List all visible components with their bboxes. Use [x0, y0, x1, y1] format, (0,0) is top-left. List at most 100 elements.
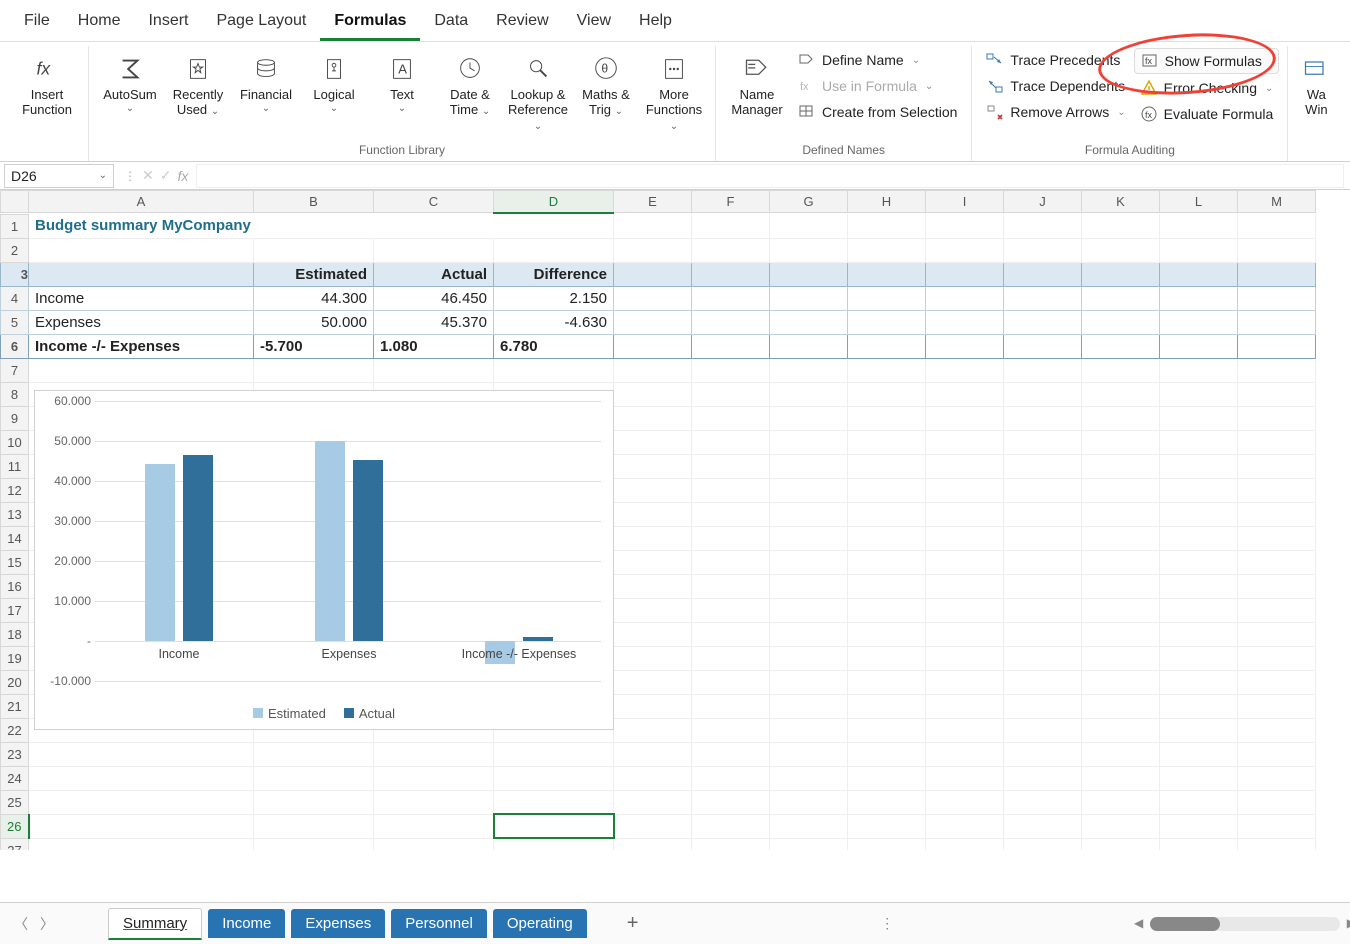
row-header-6[interactable]: 6: [1, 334, 29, 358]
cell-D5[interactable]: -4.630: [494, 310, 614, 334]
cell-E1[interactable]: [614, 214, 692, 238]
cell-M7[interactable]: [1238, 358, 1316, 382]
cell-L9[interactable]: [1160, 406, 1238, 430]
cell-D7[interactable]: [494, 358, 614, 382]
cell-L22[interactable]: [1160, 718, 1238, 742]
cell-G11[interactable]: [770, 454, 848, 478]
cell-I25[interactable]: [926, 790, 1004, 814]
cell-D24[interactable]: [494, 766, 614, 790]
cell-J27[interactable]: [1004, 838, 1082, 850]
cell-F24[interactable]: [692, 766, 770, 790]
cell-E8[interactable]: [614, 382, 692, 406]
cell-H10[interactable]: [848, 430, 926, 454]
cell-M16[interactable]: [1238, 574, 1316, 598]
insert-function-button[interactable]: fx Insert Function: [14, 48, 80, 122]
cell-L25[interactable]: [1160, 790, 1238, 814]
cell-K14[interactable]: [1082, 526, 1160, 550]
cell-A26[interactable]: [29, 814, 254, 838]
cell-I1[interactable]: [926, 214, 1004, 238]
cell-E3[interactable]: [614, 262, 692, 286]
cell-I9[interactable]: [926, 406, 1004, 430]
cell-B25[interactable]: [254, 790, 374, 814]
cell-K27[interactable]: [1082, 838, 1160, 850]
cell-J8[interactable]: [1004, 382, 1082, 406]
cell-C6[interactable]: 1.080: [374, 334, 494, 358]
cell-M21[interactable]: [1238, 694, 1316, 718]
row-header-2[interactable]: 2: [1, 238, 29, 262]
cell-E15[interactable]: [614, 550, 692, 574]
cell-G27[interactable]: [770, 838, 848, 850]
cell-F16[interactable]: [692, 574, 770, 598]
col-header-D[interactable]: D: [494, 191, 614, 213]
cell-F2[interactable]: [692, 238, 770, 262]
cell-L11[interactable]: [1160, 454, 1238, 478]
spreadsheet-grid[interactable]: ABCDEFGHIJKLM 1Budget summary MyCompany2…: [0, 190, 1350, 850]
cell-F13[interactable]: [692, 502, 770, 526]
cell-I26[interactable]: [926, 814, 1004, 838]
cell-H11[interactable]: [848, 454, 926, 478]
cell-L20[interactable]: [1160, 670, 1238, 694]
sheet-nav-prev-icon[interactable]: 〈: [14, 914, 28, 934]
cell-J20[interactable]: [1004, 670, 1082, 694]
row-header-11[interactable]: 11: [1, 454, 29, 478]
cell-H3[interactable]: [848, 262, 926, 286]
cell-G8[interactable]: [770, 382, 848, 406]
cell-J15[interactable]: [1004, 550, 1082, 574]
cell-M18[interactable]: [1238, 622, 1316, 646]
cell-M9[interactable]: [1238, 406, 1316, 430]
menu-tab-view[interactable]: View: [563, 4, 625, 41]
cell-M15[interactable]: [1238, 550, 1316, 574]
cell-E10[interactable]: [614, 430, 692, 454]
cell-I2[interactable]: [926, 238, 1004, 262]
cell-F20[interactable]: [692, 670, 770, 694]
cell-F9[interactable]: [692, 406, 770, 430]
cell-G18[interactable]: [770, 622, 848, 646]
cell-H20[interactable]: [848, 670, 926, 694]
cell-D23[interactable]: [494, 742, 614, 766]
cell-D27[interactable]: [494, 838, 614, 850]
cell-G19[interactable]: [770, 646, 848, 670]
cell-A1[interactable]: Budget summary MyCompany: [29, 214, 614, 238]
col-header-E[interactable]: E: [614, 191, 692, 213]
cell-B26[interactable]: [254, 814, 374, 838]
row-header-20[interactable]: 20: [1, 670, 29, 694]
row-header-25[interactable]: 25: [1, 790, 29, 814]
cell-B27[interactable]: [254, 838, 374, 850]
row-header-17[interactable]: 17: [1, 598, 29, 622]
cell-F6[interactable]: [692, 334, 770, 358]
menu-tab-review[interactable]: Review: [482, 4, 562, 41]
cell-J12[interactable]: [1004, 478, 1082, 502]
cell-F17[interactable]: [692, 598, 770, 622]
cell-I13[interactable]: [926, 502, 1004, 526]
cell-B2[interactable]: [254, 238, 374, 262]
sheet-tab-income[interactable]: Income: [208, 909, 285, 938]
remove-arrows-button[interactable]: Remove Arrows⌄: [980, 100, 1131, 124]
row-header-27[interactable]: 27: [1, 838, 29, 850]
watch-window-button[interactable]: WaWin: [1296, 48, 1336, 122]
cell-F4[interactable]: [692, 286, 770, 310]
col-header-M[interactable]: M: [1238, 191, 1316, 213]
cell-F10[interactable]: [692, 430, 770, 454]
cell-J10[interactable]: [1004, 430, 1082, 454]
cell-C7[interactable]: [374, 358, 494, 382]
cell-I6[interactable]: [926, 334, 1004, 358]
cell-H24[interactable]: [848, 766, 926, 790]
row-header-3[interactable]: 3: [1, 262, 29, 286]
cell-G21[interactable]: [770, 694, 848, 718]
cell-J25[interactable]: [1004, 790, 1082, 814]
col-header-A[interactable]: A: [29, 191, 254, 213]
cell-K21[interactable]: [1082, 694, 1160, 718]
menu-tab-page-layout[interactable]: Page Layout: [202, 4, 320, 41]
cell-L17[interactable]: [1160, 598, 1238, 622]
row-header-15[interactable]: 15: [1, 550, 29, 574]
cell-F19[interactable]: [692, 646, 770, 670]
cell-A27[interactable]: [29, 838, 254, 850]
lookup-button[interactable]: Lookup &Reference ⌄: [505, 48, 571, 137]
cell-E6[interactable]: [614, 334, 692, 358]
cell-G17[interactable]: [770, 598, 848, 622]
cell-E18[interactable]: [614, 622, 692, 646]
cell-A6[interactable]: Income -/- Expenses: [29, 334, 254, 358]
cell-J2[interactable]: [1004, 238, 1082, 262]
tab-menu-icon[interactable]: ⋮: [880, 915, 894, 932]
evaluate-formula-button[interactable]: fx Evaluate Formula: [1134, 102, 1280, 126]
